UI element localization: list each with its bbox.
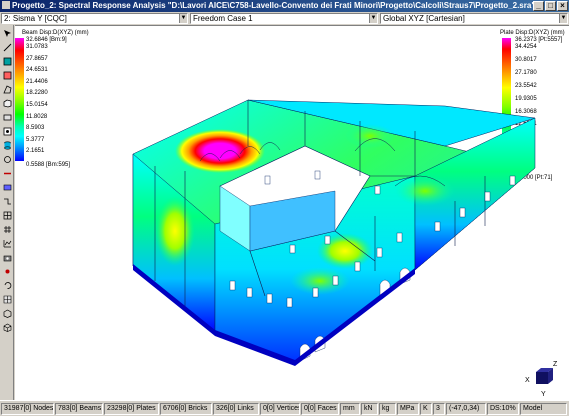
mesh-icon[interactable] bbox=[2, 210, 12, 220]
box-icon[interactable] bbox=[2, 308, 12, 318]
model-viewport[interactable]: Beam Disp:D(XYZ) (mm) 32.6846 [Bm:9] 31.… bbox=[15, 25, 569, 400]
chevron-down-icon[interactable]: ▼ bbox=[179, 14, 187, 23]
title-bar[interactable]: Progetto_2: Spectral Response Analysis "… bbox=[0, 0, 569, 12]
select-icon[interactable] bbox=[2, 28, 12, 38]
circle-icon[interactable] bbox=[2, 154, 12, 164]
window-title: Progetto_2: Spectral Response Analysis "… bbox=[12, 1, 536, 10]
rotate-icon[interactable] bbox=[2, 280, 12, 290]
deformed-model-contour: X Y Z bbox=[132, 99, 558, 398]
cube-icon[interactable] bbox=[2, 98, 12, 108]
status-unit-temperature[interactable]: K bbox=[420, 403, 432, 415]
grid-small-icon[interactable] bbox=[2, 294, 12, 304]
load-case-combo[interactable]: 2: Sisma Y [CQC] ▼ bbox=[1, 13, 188, 24]
status-bricks: 6706[0] Bricks bbox=[160, 403, 212, 415]
axis-triad: X Y Z bbox=[525, 361, 558, 398]
status-unit-force[interactable]: kN bbox=[361, 403, 378, 415]
freedom-case-value: Freedom Case 1 bbox=[193, 14, 253, 23]
line-icon[interactable] bbox=[2, 42, 12, 52]
cylinder-icon[interactable] bbox=[2, 140, 12, 150]
status-unit-length[interactable]: mm bbox=[340, 403, 360, 415]
chevron-down-icon[interactable]: ▼ bbox=[559, 14, 567, 23]
node-icon[interactable] bbox=[2, 126, 12, 136]
load-case-value: 2: Sisma Y [CQC] bbox=[4, 14, 67, 23]
status-beams: 783[0] Beams bbox=[55, 403, 103, 415]
app-icon bbox=[2, 1, 10, 9]
status-mode: Model bbox=[520, 403, 567, 415]
status-coordinates: (-47,0,34) bbox=[446, 403, 486, 415]
status-bar: 31987[0] Nodes 783[0] Beams 23298[0] Pla… bbox=[0, 400, 569, 416]
svg-text:Z: Z bbox=[553, 361, 558, 368]
maximize-button[interactable]: □ bbox=[545, 1, 556, 11]
square-outline-icon[interactable] bbox=[2, 70, 12, 80]
chart-icon[interactable] bbox=[2, 238, 12, 248]
status-unit-stress[interactable]: MPa bbox=[397, 403, 419, 415]
dot-icon[interactable] bbox=[2, 266, 12, 276]
close-button[interactable]: × bbox=[557, 1, 568, 11]
status-value-3: 3 bbox=[433, 403, 445, 415]
minimize-button[interactable]: _ bbox=[533, 1, 544, 11]
status-plates: 23298[0] Plates bbox=[104, 403, 159, 415]
left-toolbar bbox=[0, 25, 14, 400]
status-unit-mass[interactable]: kg bbox=[379, 403, 396, 415]
brick-icon[interactable] bbox=[2, 112, 12, 122]
status-faces: 0[0] Faces bbox=[301, 403, 339, 415]
link-icon[interactable] bbox=[2, 196, 12, 206]
polygon-icon[interactable] bbox=[2, 84, 12, 94]
application-window: Progetto_2: Spectral Response Analysis "… bbox=[0, 0, 569, 416]
svg-text:Y: Y bbox=[541, 391, 546, 398]
grid-icon[interactable] bbox=[2, 224, 12, 234]
status-nodes: 31987[0] Nodes bbox=[1, 403, 54, 415]
plate-icon[interactable] bbox=[2, 182, 12, 192]
status-vertices: 0[0] Vertices bbox=[260, 403, 300, 415]
freedom-case-combo[interactable]: Freedom Case 1 ▼ bbox=[190, 13, 378, 24]
status-ds: DS:10% bbox=[487, 403, 519, 415]
square-icon[interactable] bbox=[2, 56, 12, 66]
view-icon[interactable] bbox=[2, 322, 12, 332]
camera-icon[interactable] bbox=[2, 252, 12, 262]
status-links: 326[0] Links bbox=[213, 403, 259, 415]
window-controls: _ □ × bbox=[533, 1, 568, 11]
coordinate-system-combo[interactable]: Global XYZ [Cartesian] ▼ bbox=[380, 13, 568, 24]
case-selector-row: 2: Sisma Y [CQC] ▼ Freedom Case 1 ▼ Glob… bbox=[0, 12, 569, 25]
beam-icon[interactable] bbox=[2, 168, 12, 178]
chevron-down-icon[interactable]: ▼ bbox=[369, 14, 377, 23]
coordinate-system-value: Global XYZ [Cartesian] bbox=[383, 14, 465, 23]
svg-text:X: X bbox=[525, 377, 530, 384]
